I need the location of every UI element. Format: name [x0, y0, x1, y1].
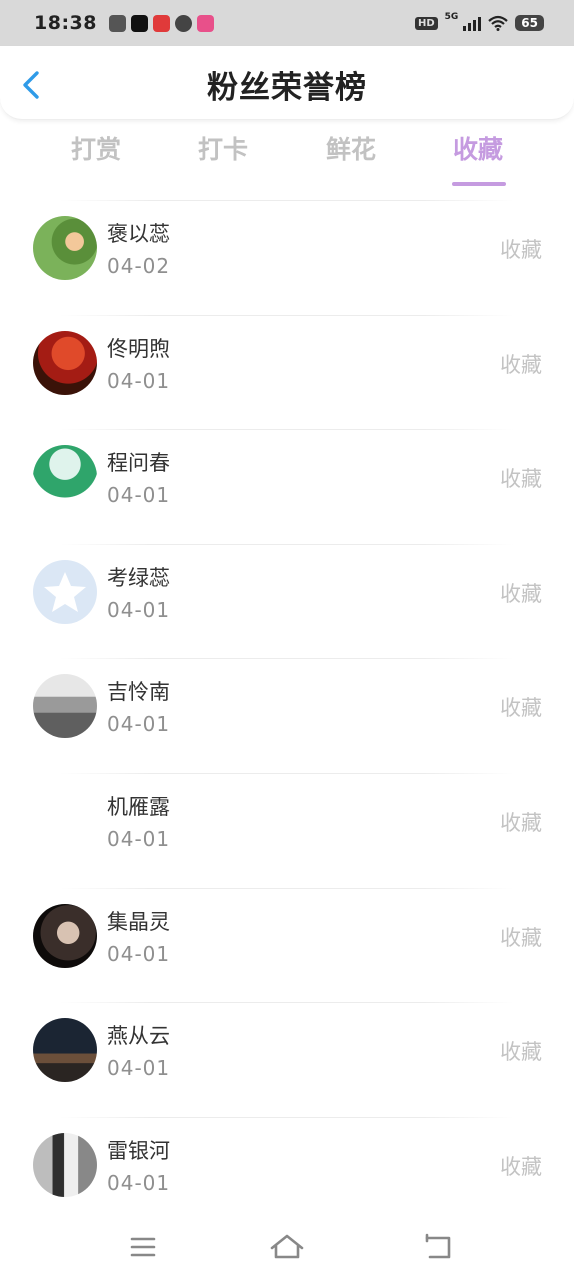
system-nav-bar [0, 1216, 574, 1280]
fan-date: 04-01 [107, 712, 171, 737]
favorite-label[interactable]: 收藏 [500, 1151, 542, 1181]
list-item[interactable]: 雷银河 04-01 收藏 [0, 1116, 574, 1232]
tab-active-indicator [452, 182, 506, 186]
fan-date: 04-01 [107, 483, 171, 508]
fan-name: 机雁露 [107, 794, 170, 819]
notification-app-icon [108, 14, 126, 32]
signal-icon [463, 15, 482, 31]
avatar [33, 559, 97, 624]
fan-date: 04-02 [107, 254, 171, 278]
avatar [33, 1018, 97, 1083]
list-item[interactable]: 吉怜南 04-01 收藏 [0, 658, 574, 773]
avatar [33, 1132, 97, 1197]
tab-checkin[interactable]: 打卡 [168, 130, 278, 166]
fan-list: 褒以蕊 04-02 收藏 佟明煦 04-01 收藏 程问春 04-01 收藏 考… [0, 200, 574, 1231]
fan-name: 吉怜南 [107, 680, 170, 705]
star-icon [44, 571, 86, 612]
back-icon[interactable] [418, 1230, 458, 1264]
list-item[interactable]: 集晶灵 04-01 收藏 [0, 887, 574, 1003]
fan-date: 04-01 [107, 597, 171, 622]
list-item[interactable]: 燕从云 04-01 收藏 [0, 1002, 574, 1117]
tab-reward[interactable]: 打赏 [41, 130, 151, 166]
favorite-label[interactable]: 收藏 [500, 922, 542, 952]
notification-app-icon [152, 14, 170, 32]
list-item[interactable]: 佟明煦 04-01 收藏 [0, 314, 574, 430]
tab-favorites[interactable]: 收藏 [423, 130, 533, 166]
battery-icon: 65 [515, 15, 544, 31]
notification-icons [108, 14, 214, 32]
favorite-label[interactable]: 收藏 [500, 1036, 542, 1066]
home-icon[interactable] [267, 1230, 307, 1264]
app-header: 粉丝荣誉榜 [0, 46, 574, 120]
fan-date: 04-01 [107, 368, 171, 393]
favorite-label[interactable]: 收藏 [500, 578, 542, 608]
status-time: 18:38 [34, 12, 97, 34]
fan-date: 04-01 [107, 1056, 171, 1081]
favorite-label[interactable]: 收藏 [500, 807, 542, 837]
avatar [33, 788, 97, 853]
list-item[interactable]: 考绿蕊 04-01 收藏 [0, 543, 574, 659]
list-item[interactable]: 机雁露 04-01 收藏 [0, 772, 574, 888]
fan-name: 褒以蕊 [107, 222, 170, 246]
fan-name: 程问春 [107, 451, 170, 476]
list-item[interactable]: 程问春 04-01 收藏 [0, 429, 574, 544]
fan-name: 雷银河 [107, 1138, 170, 1163]
avatar [33, 216, 97, 280]
tab-flowers[interactable]: 鲜花 [296, 130, 406, 166]
fan-date: 04-01 [107, 1170, 171, 1195]
wifi-icon [488, 15, 509, 31]
avatar [33, 903, 97, 968]
fan-name: 佟明煦 [107, 336, 170, 361]
fan-date: 04-01 [107, 826, 171, 851]
avatar [33, 445, 97, 510]
status-bar: 18:38 HD 5G 65 [0, 0, 574, 46]
notification-app-icon [130, 14, 148, 32]
favorite-label[interactable]: 收藏 [500, 349, 542, 379]
avatar [33, 674, 97, 739]
notification-app-icon [174, 14, 192, 32]
menu-icon[interactable] [123, 1230, 163, 1264]
network-type: 5G [444, 12, 459, 22]
fan-name: 集晶灵 [107, 909, 170, 934]
favorite-label[interactable]: 收藏 [500, 234, 542, 264]
tab-bar: 打赏 打卡 鲜花 收藏 [0, 130, 574, 190]
fan-date: 04-01 [107, 941, 171, 966]
list-item[interactable]: 褒以蕊 04-02 收藏 [0, 200, 574, 315]
avatar [33, 330, 97, 395]
favorite-label[interactable]: 收藏 [500, 463, 542, 493]
page-title: 粉丝荣誉榜 [207, 70, 367, 106]
fan-name: 考绿蕊 [107, 565, 170, 590]
fan-name: 燕从云 [107, 1024, 170, 1049]
favorite-label[interactable]: 收藏 [500, 692, 542, 722]
notification-app-icon [196, 14, 214, 32]
hd-icon: HD [414, 16, 438, 30]
